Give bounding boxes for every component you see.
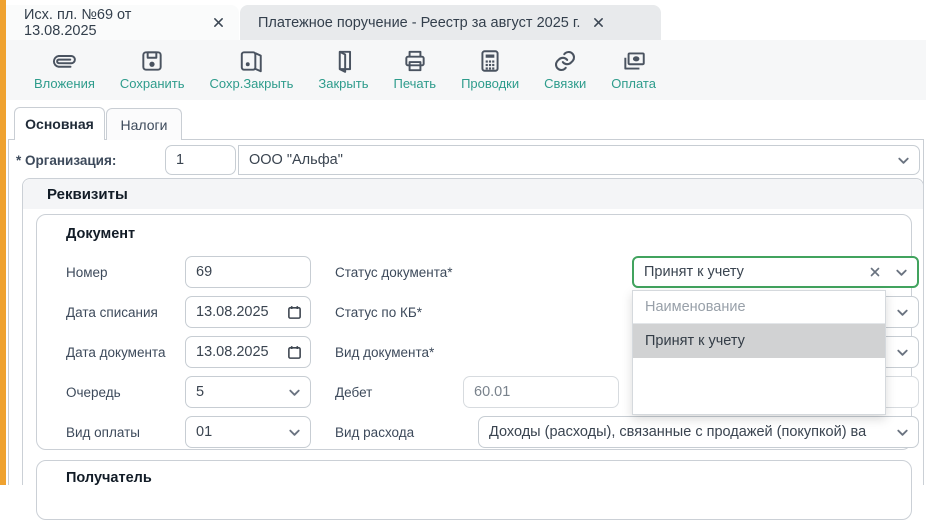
save-close-button[interactable]: Сохр.Закрыть: [210, 48, 294, 91]
calendar-icon[interactable]: [287, 305, 302, 320]
payment-type-label: Вид оплаты: [66, 425, 140, 440]
document-group-title: Документ: [66, 226, 135, 242]
save-close-icon: [238, 48, 264, 74]
print-button[interactable]: Печать: [393, 48, 436, 91]
requisites-group-title: Реквизиты: [23, 179, 923, 209]
calculator-icon: [477, 48, 503, 74]
window-tab-label: Платежное поручение - Реестр за август 2…: [258, 15, 580, 31]
tab-main-label: Основная: [25, 116, 94, 132]
chevron-down-icon[interactable]: [287, 425, 302, 440]
links-label: Связки: [544, 76, 586, 91]
document-date-label: Дата документа: [66, 345, 165, 360]
window-tab-label: Исх. пл. №69 от 13.08.2025: [24, 7, 200, 39]
save-button[interactable]: Сохранить: [120, 48, 185, 91]
toolbar: Вложения Сохранить Сохр.Закрыть Закрыть …: [6, 40, 926, 100]
payment-type-combobox[interactable]: 01: [185, 416, 311, 448]
expense-kind-combobox[interactable]: Доходы (расходы), связанные с продажей (…: [478, 416, 919, 448]
save-icon: [139, 48, 165, 74]
window-tab-registry[interactable]: Платежное поручение - Реестр за август 2…: [240, 5, 661, 40]
payment-label: Оплата: [611, 76, 656, 91]
calendar-icon[interactable]: [287, 345, 302, 360]
chevron-down-icon[interactable]: [896, 153, 911, 168]
printer-icon: [402, 48, 428, 74]
expense-kind-label: Вид расхода: [335, 425, 414, 440]
close-document-button[interactable]: Закрыть: [318, 48, 368, 91]
expense-kind-value: Доходы (расходы), связанные с продажей (…: [489, 424, 889, 440]
chevron-down-icon[interactable]: [895, 345, 910, 360]
queue-label: Очередь: [66, 385, 121, 400]
window-tabbar: Исх. пл. №69 от 13.08.2025 Платежное пор…: [6, 0, 926, 40]
writeoff-date-label: Дата списания: [66, 305, 158, 320]
debit-label: Дебет: [335, 385, 372, 400]
organization-name-value: ООО "Альфа": [249, 152, 890, 168]
queue-value: 5: [196, 384, 281, 400]
organization-name-combobox[interactable]: ООО "Альфа": [238, 145, 920, 175]
document-status-combobox[interactable]: Принят к учету: [632, 256, 919, 288]
debit-input[interactable]: 60.01: [463, 376, 619, 408]
number-input[interactable]: 69: [185, 256, 311, 288]
tab-main[interactable]: Основная: [14, 107, 105, 140]
banknote-icon: [621, 48, 647, 74]
dropdown-option-selected[interactable]: Принят к учету: [633, 324, 885, 358]
kb-status-label: Статус по КБ*: [335, 305, 422, 320]
tab-taxes-label: Налоги: [121, 117, 168, 133]
document-status-value: Принят к учету: [644, 264, 862, 280]
save-close-label: Сохр.Закрыть: [210, 76, 294, 91]
organization-label: * Организация:: [16, 153, 116, 168]
organization-code-input[interactable]: 1: [165, 145, 236, 175]
payment-order-window: { "window_tabs": [ { "label": "Исх. пл. …: [0, 0, 926, 485]
payment-button[interactable]: Оплата: [611, 48, 656, 91]
dropdown-column-header: Наименование: [633, 291, 885, 324]
attachments-button[interactable]: Вложения: [34, 48, 95, 91]
close-icon[interactable]: [212, 16, 225, 29]
print-label: Печать: [393, 76, 436, 91]
payment-type-value: 01: [196, 424, 281, 440]
postings-label: Проводки: [461, 76, 519, 91]
document-date-value: 13.08.2025: [196, 344, 281, 360]
number-value: 69: [196, 264, 302, 280]
document-status-dropdown: Наименование Принят к учету: [632, 290, 886, 415]
document-date-input[interactable]: 13.08.2025: [185, 336, 311, 368]
chevron-down-icon[interactable]: [287, 385, 302, 400]
organization-code-value: 1: [176, 152, 227, 168]
postings-button[interactable]: Проводки: [461, 48, 519, 91]
chain-link-icon: [552, 48, 578, 74]
debit-value: 60.01: [474, 384, 610, 400]
recipient-group: [36, 460, 912, 520]
document-status-label: Статус документа*: [335, 265, 453, 280]
paperclip-icon: [51, 48, 77, 74]
queue-combobox[interactable]: 5: [185, 376, 311, 408]
close-icon[interactable]: [592, 16, 605, 29]
door-icon: [330, 48, 356, 74]
chevron-down-icon[interactable]: [895, 425, 910, 440]
number-label: Номер: [66, 265, 108, 280]
save-label: Сохранить: [120, 76, 185, 91]
links-button[interactable]: Связки: [544, 48, 586, 91]
close-document-label: Закрыть: [318, 76, 368, 91]
writeoff-date-input[interactable]: 13.08.2025: [185, 296, 311, 328]
window-tab-outgoing-payment[interactable]: Исх. пл. №69 от 13.08.2025: [6, 5, 239, 40]
writeoff-date-value: 13.08.2025: [196, 304, 281, 320]
tab-taxes[interactable]: Налоги: [106, 108, 182, 140]
clear-icon[interactable]: [868, 265, 882, 279]
chevron-down-icon[interactable]: [894, 265, 909, 280]
chevron-down-icon[interactable]: [895, 305, 910, 320]
recipient-group-title: Получатель: [66, 470, 152, 486]
document-kind-label: Вид документа*: [335, 345, 434, 360]
